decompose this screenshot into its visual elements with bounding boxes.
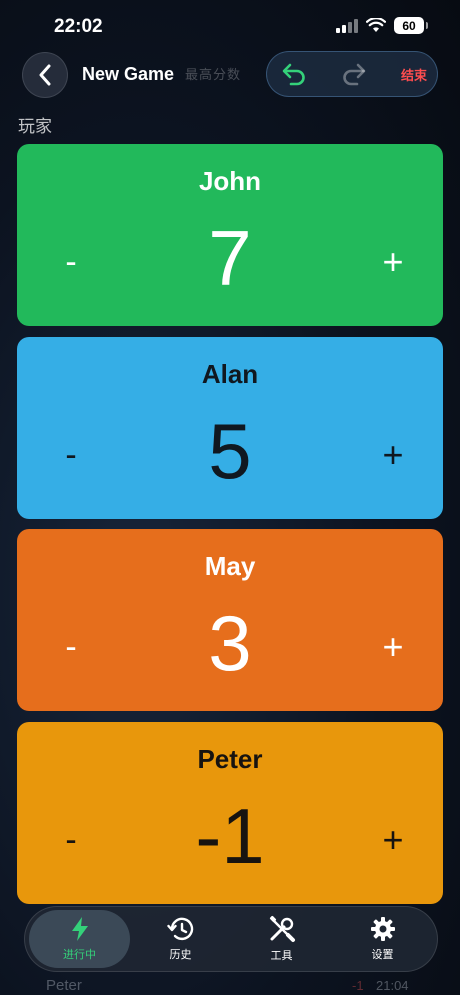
decrement-button[interactable]: - <box>51 242 91 282</box>
history-peek-row: Peter -1 21:04 <box>0 975 460 995</box>
end-game-button[interactable]: 结束 <box>401 65 427 84</box>
tab-history[interactable]: 历史 <box>130 910 231 968</box>
tab-tools[interactable]: 工具 <box>231 910 332 968</box>
back-button[interactable] <box>22 52 68 98</box>
redo-icon <box>343 63 366 86</box>
undo-button[interactable] <box>279 59 309 89</box>
history-icon <box>166 917 193 941</box>
undo-icon <box>282 63 305 86</box>
decrement-button[interactable]: - <box>51 820 91 860</box>
battery-icon: 60 <box>394 17 428 34</box>
tab-label: 进行中 <box>63 949 96 961</box>
player-name: May <box>204 551 256 581</box>
chevron-left-icon <box>39 64 51 86</box>
tools-icon <box>269 915 295 942</box>
tab-label: 工具 <box>270 950 293 962</box>
player-name: John <box>198 166 262 196</box>
player-name: Alan <box>201 359 259 389</box>
redo-button[interactable] <box>339 59 369 89</box>
tab-bar: 进行中 历史 工具 设置 <box>24 906 438 972</box>
wifi-icon <box>366 18 386 32</box>
increment-button[interactable]: + <box>373 627 413 667</box>
decrement-button[interactable]: - <box>51 627 91 667</box>
increment-button[interactable]: + <box>373 435 413 475</box>
player-name: Peter <box>197 744 263 774</box>
player-card-alan: Alan 5 - + <box>17 337 443 519</box>
faded-header-text: 最高分数 <box>185 67 242 82</box>
tab-label: 设置 <box>371 949 394 961</box>
status-time: 22:02 <box>54 16 103 37</box>
status-bar: 22:02 60 <box>0 0 460 50</box>
tab-settings[interactable]: 设置 <box>332 910 433 968</box>
status-icons: 60 <box>336 17 428 34</box>
player-card-peter: Peter -1 - + <box>17 722 443 904</box>
player-card-may: May 3 - + <box>17 529 443 711</box>
decrement-button[interactable]: - <box>51 435 91 475</box>
signal-icon <box>336 18 358 33</box>
action-pill: 结束 <box>266 51 438 97</box>
increment-button[interactable]: + <box>373 242 413 282</box>
increment-button[interactable]: + <box>373 820 413 860</box>
tab-in-progress[interactable]: 进行中 <box>29 910 130 968</box>
history-player-name: Peter <box>46 977 82 994</box>
tab-label: 历史 <box>169 949 192 961</box>
players-section-label: 玩家 <box>18 117 52 136</box>
player-card-john: John 7 - + <box>17 144 443 326</box>
battery-level: 60 <box>402 18 416 33</box>
page-title: New Game <box>82 64 175 84</box>
gear-icon <box>370 917 395 941</box>
bolt-icon <box>71 917 88 941</box>
history-time: 21:04 <box>376 978 409 993</box>
history-delta: -1 <box>352 978 364 993</box>
